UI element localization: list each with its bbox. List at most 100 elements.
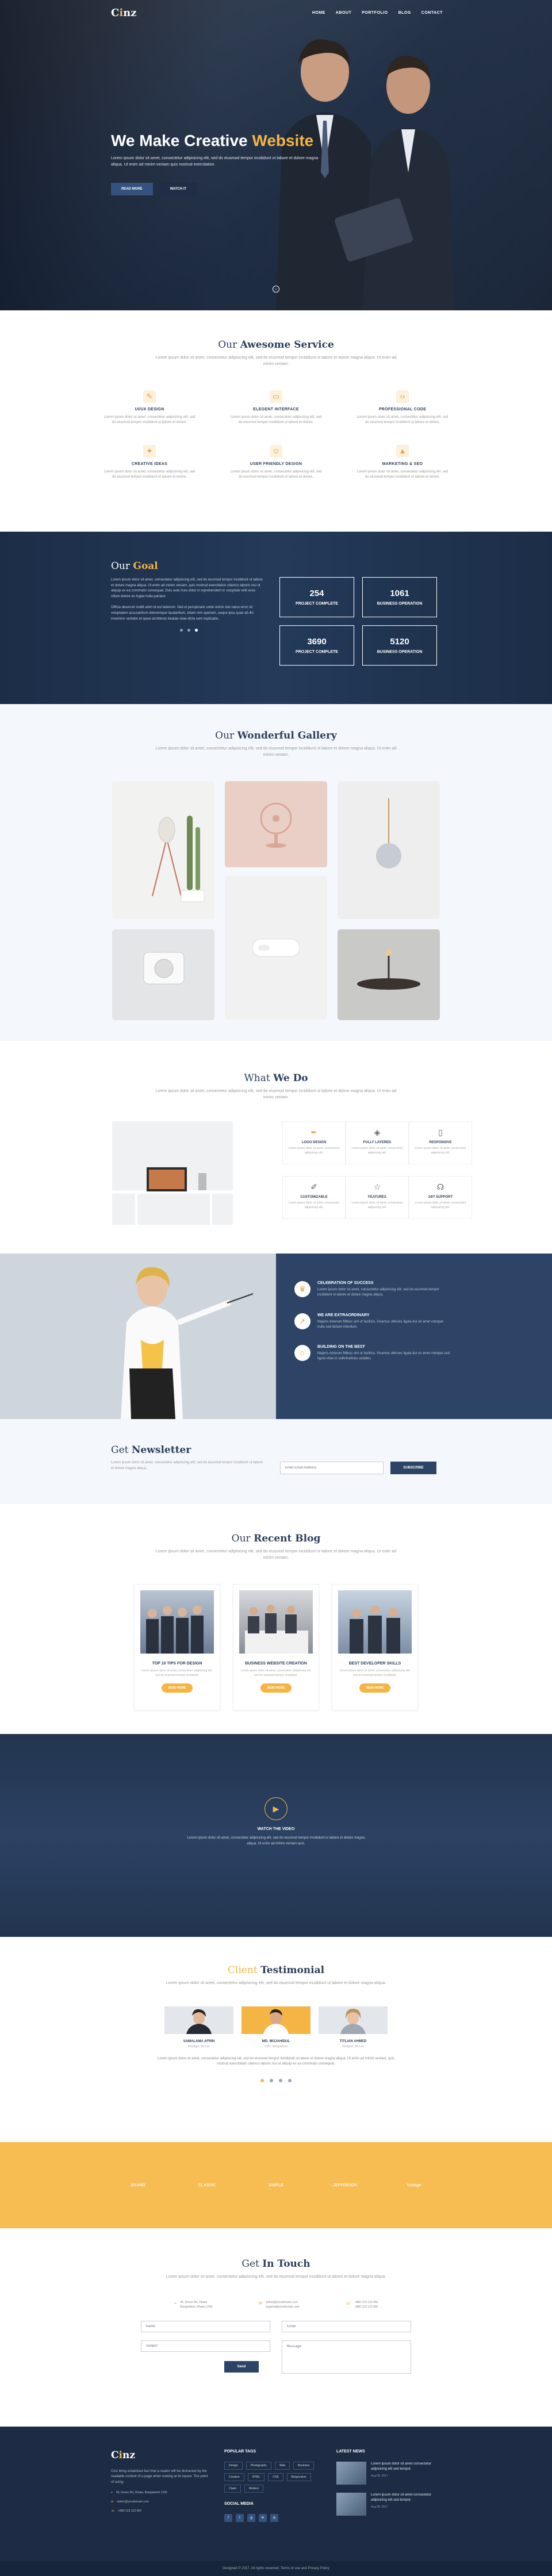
feature-item: ♛ CELEBRATION OF SUCCESS Lorem ipsum dolor… bbox=[294, 1281, 552, 1298]
message-field[interactable] bbox=[282, 2340, 411, 2374]
hero-title-plain: We Make Creative bbox=[111, 132, 252, 149]
gallery-image-earbuds[interactable] bbox=[225, 876, 327, 1020]
tag[interactable]: HTML bbox=[247, 2473, 265, 2481]
blog-read-more-button[interactable]: READ MORE bbox=[260, 1683, 292, 1693]
blog-post-image[interactable] bbox=[338, 1590, 412, 1654]
testimonial-person[interactable]: MD. MOJAHIDUL CEO, Bangladesh bbox=[241, 2006, 310, 2048]
blog-title-plain: Our bbox=[231, 1533, 254, 1544]
blog-post-title[interactable]: BEST DEVELOPER SKILLS bbox=[338, 1662, 412, 1666]
blog-post-image[interactable] bbox=[239, 1590, 313, 1654]
slider-dot-active[interactable] bbox=[195, 629, 198, 632]
facebook-icon[interactable]: f bbox=[224, 2514, 232, 2522]
feature-title: BUILDING ON THE BEST bbox=[317, 1345, 365, 1349]
tag[interactable]: Design bbox=[224, 2462, 243, 2470]
testimonial-title: Client Testimonial bbox=[0, 1964, 552, 1976]
phone-line[interactable]: +880 123 123 456 bbox=[355, 2300, 378, 2305]
popular-tags-heading: POPULAR TAGS bbox=[224, 2450, 256, 2454]
gallery-image-fan[interactable] bbox=[225, 781, 327, 867]
slider-dot-active[interactable] bbox=[260, 2078, 264, 2082]
client-logo[interactable]: SIMPLE bbox=[262, 2174, 290, 2197]
blog-read-more-button[interactable]: READ MORE bbox=[161, 1683, 193, 1693]
nav-home[interactable]: HOME bbox=[312, 11, 325, 15]
what-we-do-item-title: FULLY LAYERED bbox=[363, 1141, 392, 1144]
play-icon[interactable]: ▶ bbox=[264, 1797, 288, 1820]
gallery-image-clock[interactable] bbox=[338, 781, 440, 919]
news-item[interactable]: Lorem ipsum dolor sit amet consectetur a… bbox=[336, 2493, 440, 2516]
tag[interactable]: CSS bbox=[268, 2473, 283, 2481]
google-plus-icon[interactable]: g bbox=[247, 2514, 255, 2522]
stat-label: PROJECT COMPLETE bbox=[296, 650, 338, 654]
twitter-icon[interactable]: t bbox=[236, 2514, 244, 2522]
avatar bbox=[164, 2006, 233, 2034]
tag[interactable]: Modern bbox=[244, 2485, 264, 2493]
subscribe-button[interactable]: SUBSCRIBE bbox=[390, 1462, 436, 1474]
service-item: ▭ ELEGENT INTERFACE Lorem ipsum dolor sit … bbox=[230, 390, 322, 425]
service-subtitle: Lorem ipsum dolor sit amet, consectetur … bbox=[155, 356, 397, 366]
testimonial-person[interactable]: SAMALAMA AFRIN Manager, Bd Ltd. bbox=[164, 2006, 233, 2048]
newsletter-title-plain: Get bbox=[111, 1444, 132, 1456]
service-section: Our Awesome Service Lorem ipsum dolor si… bbox=[0, 310, 552, 532]
gallery-image-camera[interactable] bbox=[112, 929, 214, 1020]
email-field[interactable] bbox=[282, 2320, 411, 2332]
tag[interactable]: Responsive bbox=[286, 2473, 311, 2481]
clients-section: BRAND CLASSIC SIMPLE JEFFERSON Vintage bbox=[0, 2142, 552, 2228]
email-line[interactable]: admin@yourdomain.com bbox=[266, 2300, 300, 2305]
tag[interactable]: Business bbox=[293, 2462, 315, 2470]
nav-contact[interactable]: CONTACT bbox=[421, 11, 443, 15]
footer-phone-text[interactable]: +880 123 123 456 bbox=[118, 2509, 141, 2513]
news-item[interactable]: Lorem ipsum dolor sit amet consectetur a… bbox=[336, 2462, 440, 2485]
blog-post-image[interactable] bbox=[140, 1590, 214, 1654]
blog-read-more-button[interactable]: READ MORE bbox=[359, 1683, 391, 1693]
what-we-do-item: ◈ FULLY LAYERED Lorem ipsum dolor sit amet… bbox=[346, 1121, 409, 1164]
blog-section: Our Recent Blog Lorem ipsum dolor sit am… bbox=[0, 1504, 552, 1734]
stat-box: 5120 BUSINESS OPERATION bbox=[362, 625, 437, 666]
testimonial-person[interactable]: TITLIAN AHMED Designer, Bd Ltd. bbox=[319, 2006, 388, 2048]
nav-portfolio[interactable]: PORTFOLIO bbox=[362, 11, 388, 15]
social-links: f t g in ◎ bbox=[224, 2514, 316, 2522]
slider-dot[interactable] bbox=[288, 2078, 292, 2082]
footer-about-text: Cinz bring establised fact that a reader… bbox=[111, 2470, 208, 2484]
site-logo[interactable]: Cinz bbox=[111, 7, 136, 19]
blog-title-bold: Recent Blog bbox=[254, 1533, 321, 1544]
email-line[interactable]: support@yourdomain.com bbox=[266, 2305, 300, 2309]
blog-post-title[interactable]: BUSINESS WEBSITE CREATION bbox=[239, 1662, 313, 1666]
newsletter-email-input[interactable] bbox=[280, 1462, 384, 1474]
nav-about[interactable]: ABOUT bbox=[336, 11, 351, 15]
client-logo[interactable]: JEFFERSON bbox=[331, 2174, 359, 2197]
hero-title-accent: Website bbox=[252, 132, 314, 149]
watch-button[interactable]: WATCH IT bbox=[159, 182, 197, 195]
nav-blog[interactable]: BLOG bbox=[398, 11, 411, 15]
chart-icon: ▲ bbox=[396, 445, 409, 457]
tag[interactable]: Web bbox=[274, 2462, 290, 2470]
client-logo[interactable]: Vintage bbox=[400, 2174, 428, 2197]
slider-dot[interactable] bbox=[270, 2078, 273, 2082]
client-logo[interactable]: CLASSIC bbox=[193, 2174, 221, 2197]
gallery-image-lamp[interactable] bbox=[112, 781, 214, 919]
footer-email-text[interactable]: admin@yourdomain.com bbox=[117, 2500, 149, 2504]
slider-dot[interactable] bbox=[180, 629, 183, 632]
what-we-do-item-text: Lorem ipsum dolor sit amet, consectetur … bbox=[351, 1147, 403, 1155]
service-item-text: Lorem ipsum dolor sit amet, consectetur … bbox=[103, 416, 195, 424]
send-button[interactable]: Send bbox=[224, 2360, 259, 2373]
slider-dot[interactable] bbox=[187, 629, 190, 632]
linkedin-icon[interactable]: in bbox=[259, 2514, 267, 2522]
client-logo[interactable]: BRAND bbox=[124, 2174, 152, 2197]
phone-line[interactable]: +880 123 123 456 bbox=[355, 2305, 378, 2309]
service-title: Our Awesome Service bbox=[0, 339, 552, 351]
hero-title: We Make Creative Website bbox=[111, 131, 352, 151]
footer-phone: ☏ +880 123 123 456 bbox=[111, 2509, 209, 2513]
tag[interactable]: Clean bbox=[224, 2485, 241, 2493]
scroll-down-icon[interactable]: ⌄ bbox=[273, 286, 279, 293]
read-more-button[interactable]: READ MORE bbox=[111, 182, 153, 195]
tag[interactable]: Photography bbox=[246, 2462, 271, 2470]
footer-logo[interactable]: Cinz bbox=[111, 2450, 209, 2461]
tag[interactable]: Creative bbox=[224, 2473, 244, 2481]
subject-field[interactable] bbox=[141, 2340, 270, 2352]
slider-dot[interactable] bbox=[279, 2078, 282, 2082]
blog-title: Our Recent Blog bbox=[0, 1533, 552, 1544]
instagram-icon[interactable]: ◎ bbox=[270, 2514, 278, 2522]
service-item-text: Lorem ipsum dolor sit amet, consectetur … bbox=[356, 470, 448, 479]
blog-post-title[interactable]: TOP 10 TIPS FOR DESIGN bbox=[140, 1662, 214, 1666]
name-field[interactable] bbox=[141, 2320, 270, 2332]
gallery-image-speaker[interactable] bbox=[338, 929, 440, 1020]
